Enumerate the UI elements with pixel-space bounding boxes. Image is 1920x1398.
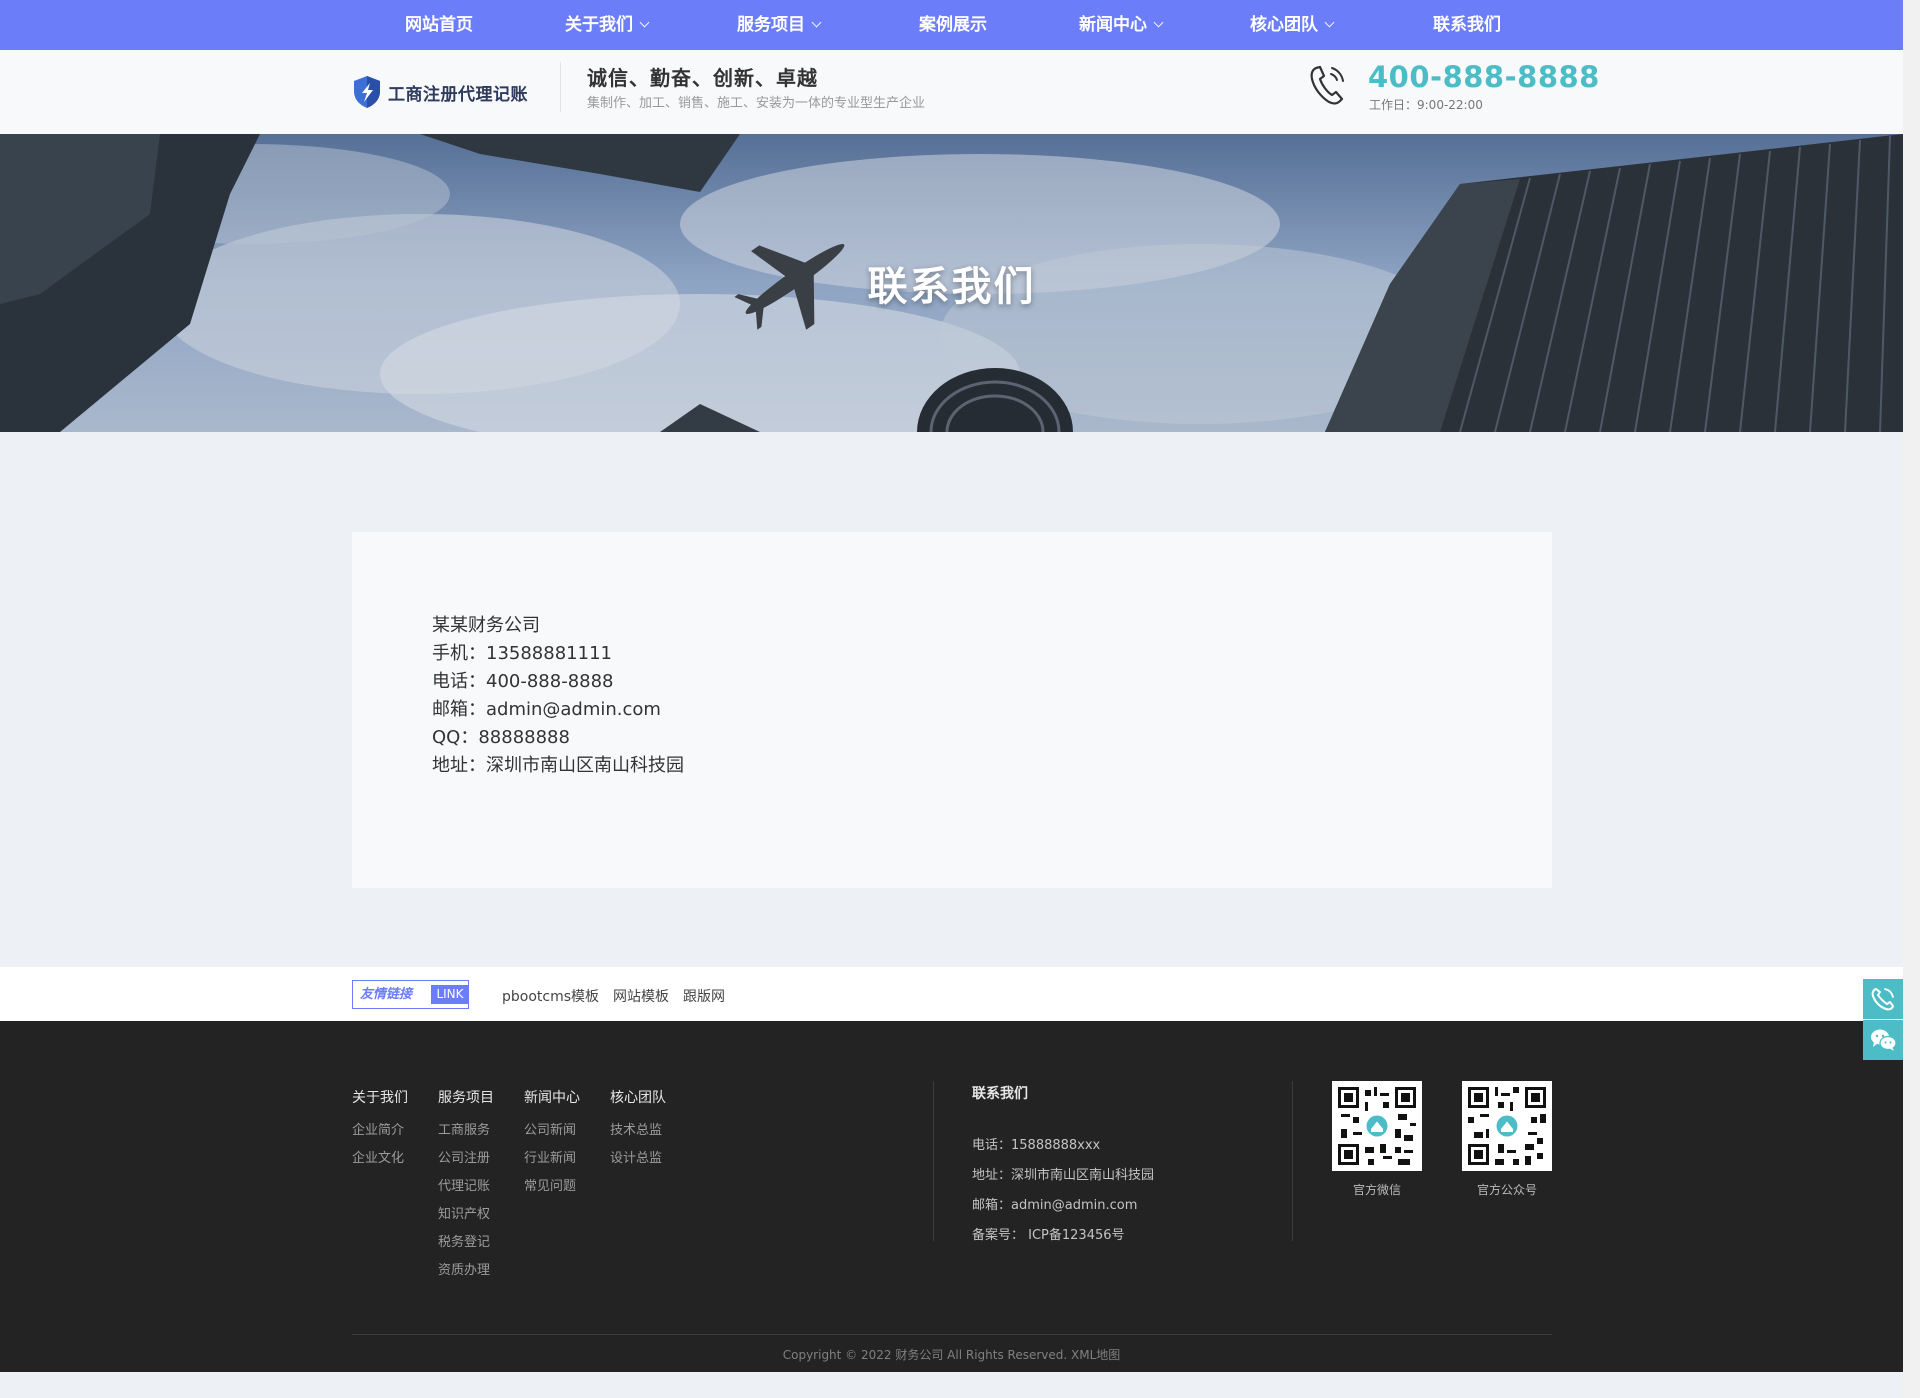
side-phone-button[interactable]: [1863, 979, 1903, 1019]
page-banner: 联系我们: [0, 134, 1903, 432]
footer-link[interactable]: 行业新闻: [524, 1145, 580, 1173]
nav-item-team[interactable]: 核心团队: [1250, 0, 1335, 50]
nav-item-home[interactable]: 网站首页: [405, 0, 473, 50]
footer-divider: [1292, 1081, 1293, 1241]
friend-links-bar: 友情链接 LINK pbootcms模板 网站模板 跟版网: [0, 967, 1903, 1021]
contact-card: 某某财务公司 手机：13588881111 电话：400-888-8888 邮箱…: [352, 532, 1552, 888]
footer-contact-row: 备案号： ICP备123456号: [972, 1228, 1125, 1243]
qr-caption: 官方微信: [1352, 1183, 1401, 1197]
qr-code-icon: [1462, 1081, 1552, 1171]
footer-column-team: 核心团队 技术总监 设计总监: [610, 1087, 666, 1173]
chevron-down-icon: [1324, 17, 1335, 28]
nav-label: 关于我们: [565, 15, 633, 35]
site-footer: 关于我们 企业简介 企业文化 服务项目 工商服务 公司注册 代理记账 知识产权 …: [0, 1021, 1903, 1372]
footer-contact-row: 电话：15888888xxx: [972, 1138, 1101, 1153]
nav-label: 网站首页: [405, 15, 473, 35]
company-name: 某某财务公司: [432, 615, 540, 636]
nav-item-cases[interactable]: 案例展示: [919, 0, 987, 50]
site-logo[interactable]: 工商注册代理记账: [352, 68, 528, 116]
phone-icon: [1310, 65, 1344, 105]
contact-email: 邮箱：admin@admin.com: [432, 699, 661, 720]
qr-official-account: 官方公众号: [1462, 1081, 1552, 1198]
friend-link[interactable]: 跟版网: [683, 986, 725, 1006]
nav-item-services[interactable]: 服务项目: [737, 0, 822, 50]
footer-link[interactable]: 公司注册: [438, 1145, 494, 1173]
footer-column-about: 关于我们 企业简介 企业文化: [352, 1087, 408, 1173]
footer-divider: [933, 1081, 934, 1241]
working-hours: 工作日：9:00-22:00: [1369, 98, 1483, 112]
nav-label: 联系我们: [1433, 15, 1501, 35]
logo-text: 工商注册代理记账: [388, 84, 528, 105]
friend-links-label: 友情链接: [360, 987, 413, 1002]
wechat-icon: [1871, 1029, 1897, 1051]
footer-column-news: 新闻中心 公司新闻 行业新闻 常见问题: [524, 1087, 580, 1201]
footer-link[interactable]: 技术总监: [610, 1117, 666, 1145]
top-navigation: 网站首页 关于我们 服务项目 案例展示 新闻中心 核心团队 联系我们: [0, 0, 1903, 50]
footer-contact-row: 地址：深圳市南山区南山科技园: [972, 1168, 1155, 1183]
copyright[interactable]: Copyright © 2022 财务公司 All Rights Reserve…: [0, 1346, 1903, 1363]
phone-icon: [1871, 988, 1894, 1011]
chevron-down-icon: [1153, 17, 1164, 28]
contact-mobile: 手机：13588881111: [432, 643, 612, 664]
nav-item-contact[interactable]: 联系我们: [1433, 0, 1501, 50]
friend-link[interactable]: 网站模板: [613, 986, 669, 1006]
friend-links-list: pbootcms模板 网站模板 跟版网: [502, 986, 725, 1006]
chevron-down-icon: [811, 17, 822, 28]
hotline-number: 400-888-8888: [1368, 60, 1600, 94]
footer-link[interactable]: 常见问题: [524, 1173, 580, 1201]
nav-item-about[interactable]: 关于我们: [565, 0, 650, 50]
friend-links-en-label: LINK: [431, 985, 469, 1004]
slogan: 诚信、勤奋、创新、卓越: [587, 66, 818, 90]
contact-info: 某某财务公司 手机：13588881111 电话：400-888-8888 邮箱…: [432, 612, 684, 780]
friend-link[interactable]: pbootcms模板: [502, 986, 599, 1006]
shield-logo-icon: [354, 76, 380, 108]
nav-label: 服务项目: [737, 15, 805, 35]
footer-link[interactable]: 公司新闻: [524, 1117, 580, 1145]
footer-link[interactable]: 资质办理: [438, 1257, 494, 1285]
nav-item-news[interactable]: 新闻中心: [1079, 0, 1164, 50]
footer-column-head[interactable]: 关于我们: [352, 1087, 408, 1107]
footer-column-head[interactable]: 核心团队: [610, 1087, 666, 1107]
footer-link[interactable]: 企业简介: [352, 1117, 408, 1145]
banner-title: 联系我们: [867, 264, 1036, 310]
footer-link[interactable]: 企业文化: [352, 1145, 408, 1173]
footer-link[interactable]: 设计总监: [610, 1145, 666, 1173]
footer-separator: [352, 1334, 1552, 1335]
footer-link[interactable]: 知识产权: [438, 1201, 494, 1229]
header-divider: [560, 62, 561, 112]
footer-contact-head: 联系我们: [972, 1086, 1028, 1102]
nav-label: 核心团队: [1250, 15, 1318, 35]
nav-label: 新闻中心: [1079, 15, 1147, 35]
contact-qq: QQ：88888888: [432, 727, 570, 748]
chevron-down-icon: [639, 17, 650, 28]
qr-caption: 官方公众号: [1476, 1183, 1537, 1197]
side-wechat-button[interactable]: [1863, 1020, 1903, 1060]
footer-column-head[interactable]: 服务项目: [438, 1087, 494, 1107]
qr-wechat: 官方微信: [1332, 1081, 1422, 1198]
footer-link[interactable]: 工商服务: [438, 1117, 494, 1145]
site-header: 工商注册代理记账 诚信、勤奋、创新、卓越 集制作、加工、销售、施工、安装为一体的…: [0, 50, 1903, 134]
qr-code-icon: [1332, 1081, 1422, 1171]
footer-link[interactable]: 代理记账: [438, 1173, 494, 1201]
footer-column-head[interactable]: 新闻中心: [524, 1087, 580, 1107]
contact-address: 地址：深圳市南山区南山科技园: [432, 755, 684, 776]
footer-contact: 联系我们 电话：15888888xxx 地址：深圳市南山区南山科技园 邮箱：ad…: [972, 1083, 1154, 1251]
scrollbar[interactable]: [1903, 0, 1920, 1398]
sub-slogan: 集制作、加工、销售、施工、安装为一体的专业型生产企业: [587, 96, 926, 111]
friend-links-badge: 友情链接 LINK: [352, 980, 469, 1009]
nav-label: 案例展示: [919, 15, 987, 35]
contact-phone: 电话：400-888-8888: [432, 671, 614, 692]
footer-contact-row: 邮箱：admin@admin.com: [972, 1198, 1138, 1213]
footer-column-services: 服务项目 工商服务 公司注册 代理记账 知识产权 税务登记 资质办理: [438, 1087, 494, 1285]
footer-link[interactable]: 税务登记: [438, 1229, 494, 1257]
